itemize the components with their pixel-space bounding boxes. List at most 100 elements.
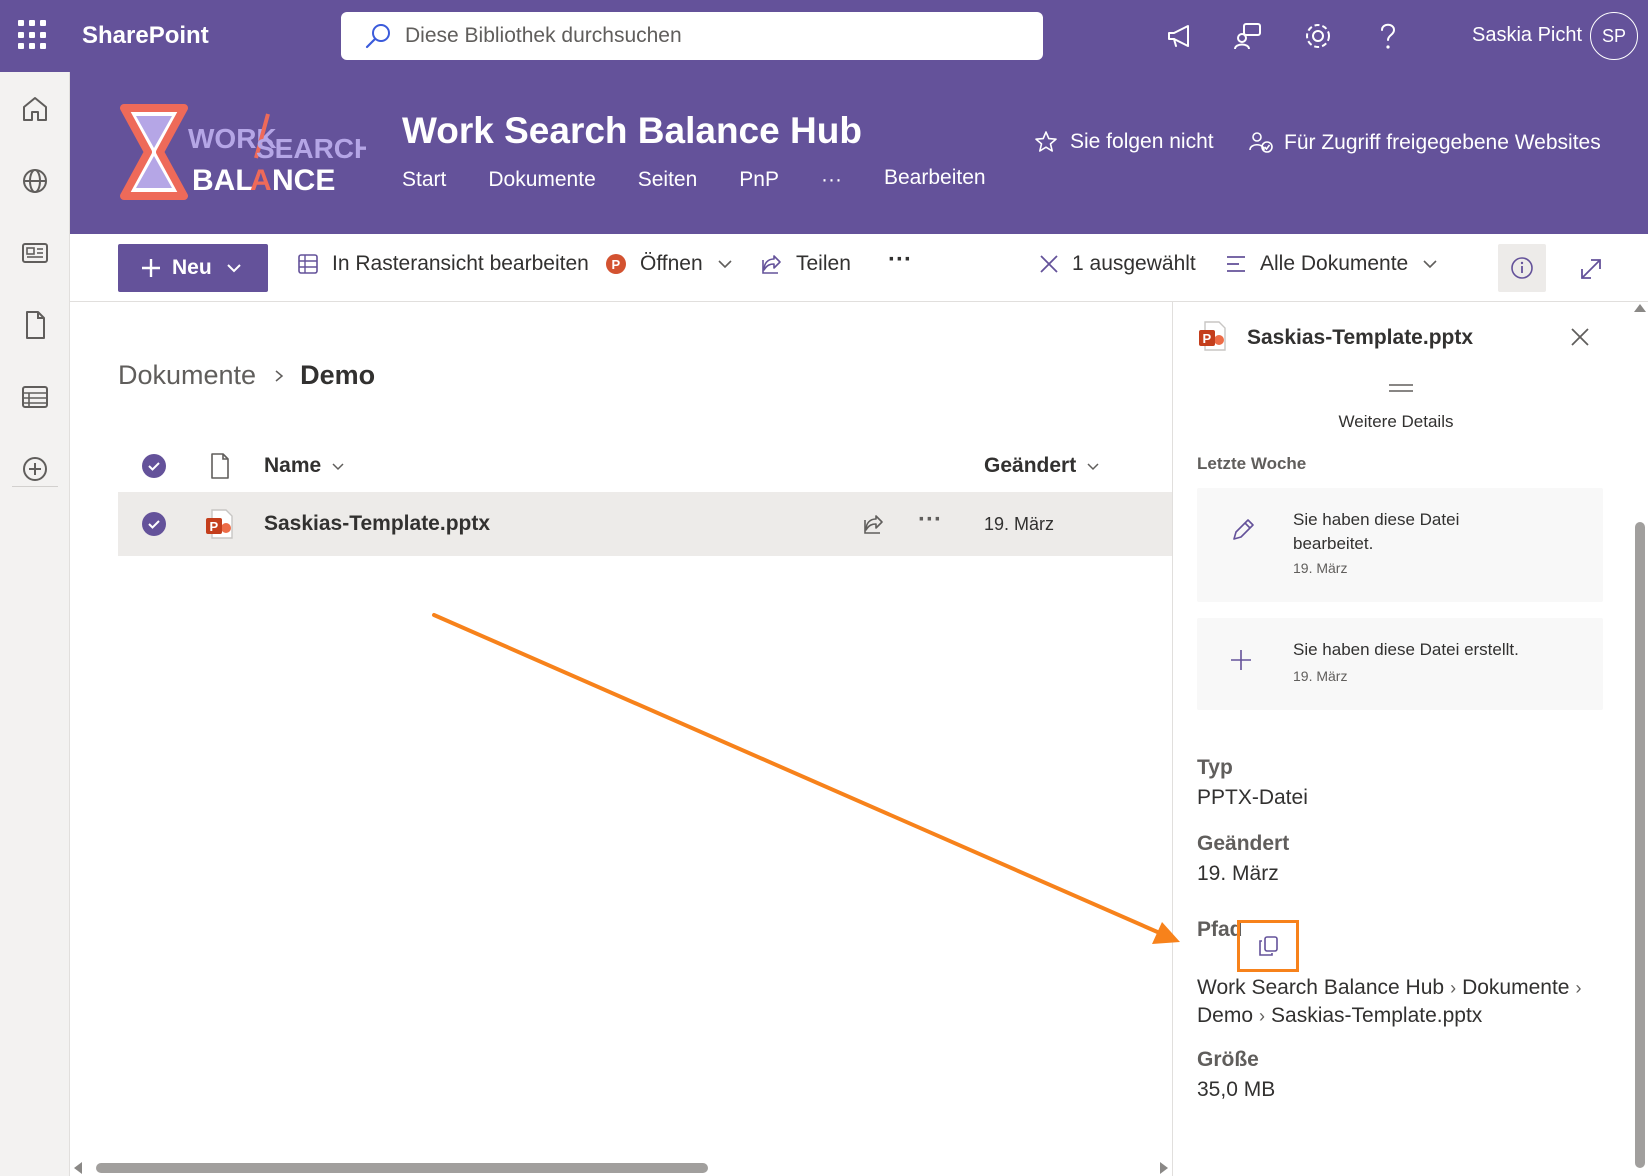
column-modified-label: Geändert xyxy=(984,454,1077,477)
user-name[interactable]: Saskia Picht xyxy=(1472,24,1582,47)
feedback-icon[interactable] xyxy=(1232,20,1264,52)
svg-text:P: P xyxy=(210,519,219,534)
path-segment[interactable]: Dokumente xyxy=(1462,976,1569,999)
search-input[interactable] xyxy=(405,24,1005,48)
type-label: Typ xyxy=(1197,756,1233,779)
select-all-checkbox[interactable] xyxy=(142,454,166,478)
svg-text:P: P xyxy=(612,257,621,272)
svg-text:NCE: NCE xyxy=(272,164,335,197)
activity-date: 19. März xyxy=(1293,560,1348,576)
file-type-icon xyxy=(211,453,229,479)
nav-item-start[interactable]: Start xyxy=(402,168,446,192)
more-commands-button[interactable]: ··· xyxy=(888,246,912,274)
info-icon xyxy=(1511,257,1533,279)
help-icon[interactable] xyxy=(1372,20,1404,52)
app-launcher-icon[interactable] xyxy=(18,20,48,50)
news-icon[interactable] xyxy=(18,236,52,270)
selected-count: 1 ausgewählt xyxy=(1072,252,1196,275)
row-file-name[interactable]: Saskias-Template.pptx xyxy=(264,512,490,536)
document-icon[interactable] xyxy=(18,308,52,342)
open-label: Öffnen xyxy=(640,252,703,275)
gear-icon[interactable] xyxy=(1302,20,1334,52)
share-button[interactable]: Teilen xyxy=(760,252,851,276)
site-header: WORK SEARCH BAL A NCE Work Search Balanc… xyxy=(70,72,1648,234)
follow-button[interactable]: Sie folgen nicht xyxy=(1034,130,1214,154)
new-button[interactable]: Neu xyxy=(118,244,268,292)
table-row[interactable]: P Saskias-Template.pptx ··· 19. März xyxy=(118,492,1172,556)
view-switcher[interactable]: Alle Dokumente xyxy=(1224,252,1450,276)
size-label: Größe xyxy=(1197,1048,1259,1071)
shared-sites-button[interactable]: Für Zugriff freigegebene Websites xyxy=(1248,130,1601,156)
row-checkbox[interactable] xyxy=(142,512,166,536)
add-circle-icon[interactable] xyxy=(18,452,52,486)
globe-icon[interactable] xyxy=(18,164,52,198)
activity-text: Sie haben diese Datei erstellt. xyxy=(1293,640,1519,659)
path-separator-icon: › xyxy=(1259,1006,1266,1026)
chevron-down-icon xyxy=(1087,463,1099,471)
plus-icon xyxy=(142,259,160,277)
lists-icon[interactable] xyxy=(18,380,52,414)
copy-icon xyxy=(1259,936,1278,956)
activity-item: Sie haben diese Datei bearbeitet. 19. Mä… xyxy=(1197,488,1603,602)
left-rail xyxy=(0,72,70,1176)
chevron-right-icon xyxy=(275,369,284,382)
rail-divider xyxy=(12,486,58,487)
path-segment[interactable]: Demo xyxy=(1197,1004,1253,1027)
site-logo[interactable]: WORK SEARCH BAL A NCE xyxy=(116,102,366,202)
close-icon[interactable] xyxy=(1569,326,1591,348)
home-icon[interactable] xyxy=(18,92,52,126)
path-segment[interactable]: Work Search Balance Hub xyxy=(1197,976,1444,999)
horizontal-scrollbar[interactable] xyxy=(70,1160,1172,1176)
plus-icon xyxy=(1231,650,1251,670)
breadcrumb-parent[interactable]: Dokumente xyxy=(118,360,256,391)
info-pane-button[interactable] xyxy=(1498,244,1546,292)
open-button[interactable]: P Öffnen xyxy=(604,252,745,276)
path-segment[interactable]: Saskias-Template.pptx xyxy=(1271,1004,1482,1027)
follow-label: Sie folgen nicht xyxy=(1070,130,1214,153)
deselect-button[interactable]: 1 ausgewählt xyxy=(1038,252,1196,276)
shared-users-icon xyxy=(1249,132,1273,153)
path-separator-icon: › xyxy=(1575,978,1582,998)
svg-text:SEARCH: SEARCH xyxy=(256,133,366,164)
size-value: 35,0 MB xyxy=(1197,1078,1276,1101)
brand-name[interactable]: SharePoint xyxy=(82,22,209,50)
chevron-down-icon xyxy=(718,260,732,269)
activity-item: Sie haben diese Datei erstellt. 19. März xyxy=(1197,618,1603,710)
svg-text:BAL: BAL xyxy=(192,164,254,197)
column-name-header[interactable]: Name xyxy=(264,454,345,478)
suite-bar: SharePoint Saskia Picht SP xyxy=(0,0,1648,72)
chevron-down-icon xyxy=(332,463,344,471)
command-bar: Neu In Rasteransicht bearbeiten P Öffnen… xyxy=(70,234,1648,302)
vertical-scrollbar[interactable] xyxy=(1632,302,1648,1176)
view-label: Alle Dokumente xyxy=(1260,252,1409,275)
share-icon[interactable] xyxy=(862,512,886,536)
chevron-down-icon xyxy=(226,264,241,273)
site-title[interactable]: Work Search Balance Hub xyxy=(402,110,862,152)
copy-path-button[interactable] xyxy=(1237,920,1299,972)
nav-item-more[interactable]: ··· xyxy=(821,168,842,192)
row-more-button[interactable]: ··· xyxy=(918,506,942,534)
nav-item-seiten[interactable]: Seiten xyxy=(638,168,698,192)
list-header: Name Geändert xyxy=(118,440,1172,492)
grid-edit-button[interactable]: In Rasteransicht bearbeiten xyxy=(296,252,589,276)
more-details-link[interactable]: Weitere Details xyxy=(1173,412,1619,432)
avatar[interactable]: SP xyxy=(1590,12,1638,60)
type-value: PPTX-Datei xyxy=(1197,786,1308,809)
new-label: Neu xyxy=(172,256,212,279)
breadcrumb-current: Demo xyxy=(300,360,376,390)
star-icon xyxy=(1035,131,1057,152)
megaphone-icon[interactable] xyxy=(1164,20,1196,52)
recent-heading: Letzte Woche xyxy=(1197,454,1307,473)
breadcrumb: Dokumente Demo xyxy=(118,360,375,391)
path-value: Work Search Balance Hub › Dokumente › Demo › S… xyxy=(1197,974,1617,1030)
expand-icon[interactable] xyxy=(1578,256,1604,282)
activity-date: 19. März xyxy=(1293,668,1348,684)
search-box[interactable] xyxy=(341,12,1043,60)
column-name-label: Name xyxy=(264,454,322,477)
nav-item-dokumente[interactable]: Dokumente xyxy=(488,168,595,192)
column-modified-header[interactable]: Geändert xyxy=(984,454,1100,478)
nav-item-bearbeiten[interactable]: Bearbeiten xyxy=(884,166,986,192)
close-icon xyxy=(1040,255,1058,273)
nav-item-pnp[interactable]: PnP xyxy=(739,168,779,192)
drag-handle-icon[interactable] xyxy=(1387,382,1415,394)
